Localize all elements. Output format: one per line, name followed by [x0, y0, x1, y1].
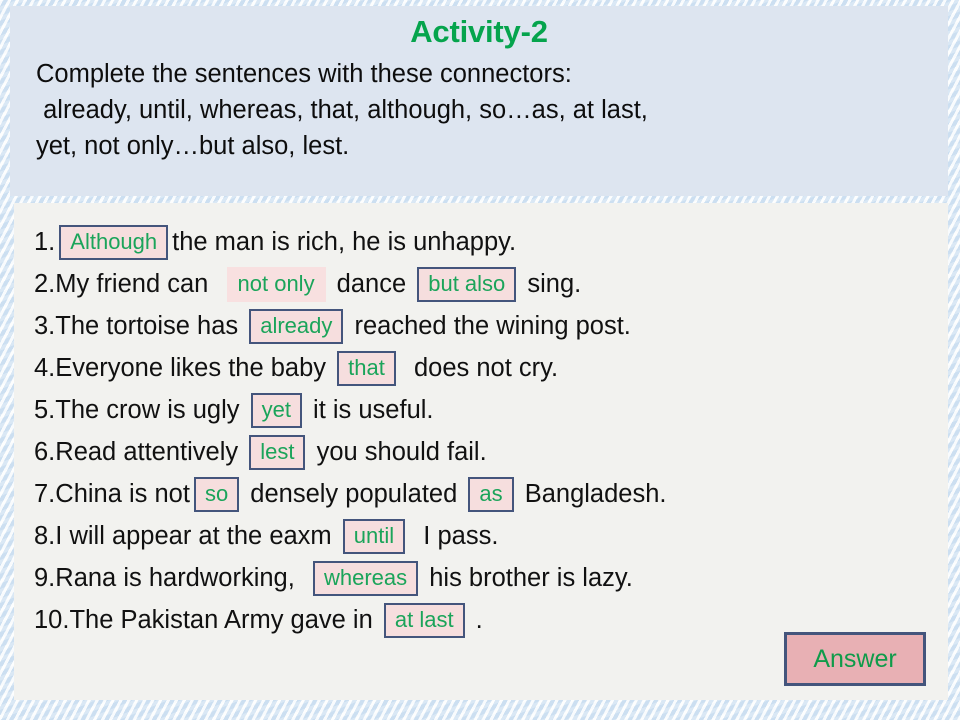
sentences-panel: 1. Although the man is rich, he is unhappy… [14, 203, 948, 700]
sentence-row: 3. The tortoise has already reached the w… [14, 305, 948, 347]
sentence-list: 1. Although the man is rich, he is unhappy… [14, 221, 948, 641]
sentence-number: 2. [34, 269, 56, 298]
sentence-number: 4. [34, 353, 56, 382]
sentence-text: densely populated [243, 479, 465, 508]
answer-chip[interactable]: not only [226, 266, 326, 302]
sentence-row: 9. Rana is hardworking, whereas his broth… [14, 557, 948, 599]
sentence-row: 5. The crow is ugly yet it is useful. [14, 389, 948, 431]
sentence-text: I will appear at the eaxm [55, 521, 339, 550]
sentence-number: 5. [34, 395, 56, 424]
sentence-text: you should fail. [309, 437, 487, 466]
sentence-number: 7. [34, 479, 56, 508]
answer-button[interactable]: Answer [784, 632, 926, 686]
sentence-row: 4. Everyone likes the baby that does not … [14, 347, 948, 389]
sentence-text: does not cry. [399, 353, 559, 382]
answer-chip[interactable]: but also [417, 266, 517, 302]
answer-button-label: Answer [813, 644, 897, 673]
answer-chip[interactable]: so [193, 476, 240, 512]
sentence-row: 2. My friend can not only dance but also … [14, 263, 948, 305]
sentence-number: 1. [34, 227, 56, 256]
sentence-text: sing. [520, 269, 582, 298]
sentence-text: Rana is hardworking, [55, 563, 309, 592]
sentence-text: I pass. [409, 521, 499, 550]
answer-chip[interactable]: whereas [313, 560, 419, 596]
sentence-row: 6. Read attentively lest you should fail. [14, 431, 948, 473]
header-panel: Activity-2 Complete the sentences with t… [10, 6, 948, 196]
sentence-text: China is not [55, 479, 190, 508]
answer-chip[interactable]: as [468, 476, 514, 512]
answer-chip[interactable]: at last [383, 602, 465, 638]
sentence-text: Everyone likes the baby [55, 353, 334, 382]
sentence-row: 8. I will appear at the eaxm until I pass… [14, 515, 948, 557]
page-title: Activity-2 [410, 14, 548, 49]
sentence-number: 10. [34, 605, 70, 634]
sentence-number: 9. [34, 563, 56, 592]
answer-chip[interactable]: that [337, 350, 396, 386]
answer-chip[interactable]: until [342, 518, 406, 554]
sentence-row: 1. Although the man is rich, he is unhappy… [14, 221, 948, 263]
sentence-text: The Pakistan Army gave in [69, 605, 380, 634]
answer-chip[interactable]: lest [249, 434, 306, 470]
sentence-text: The crow is ugly [55, 395, 247, 424]
sentence-text: Read attentively [55, 437, 246, 466]
sentence-text: . [468, 605, 483, 634]
answer-chip[interactable]: Although [59, 224, 169, 260]
sentence-row: 7. China is not so densely populated as Ba… [14, 473, 948, 515]
sentence-text: reached the wining post. [347, 311, 631, 340]
sentence-text: it is useful. [305, 395, 434, 424]
sentence-number: 6. [34, 437, 56, 466]
sentence-number: 8. [34, 521, 56, 550]
sentence-text: My friend can [55, 269, 223, 298]
answer-chip[interactable]: already [249, 308, 344, 344]
instructions-text: Complete the sentences with these connec… [36, 60, 648, 160]
sentence-text: the man is rich, he is unhappy. [172, 227, 517, 256]
sentence-text: Bangladesh. [517, 479, 667, 508]
sentence-text: The tortoise has [55, 311, 246, 340]
sentence-text: his brother is lazy. [422, 563, 633, 592]
sentence-text: dance [329, 269, 414, 298]
sentence-number: 3. [34, 311, 56, 340]
answer-chip[interactable]: yet [250, 392, 302, 428]
